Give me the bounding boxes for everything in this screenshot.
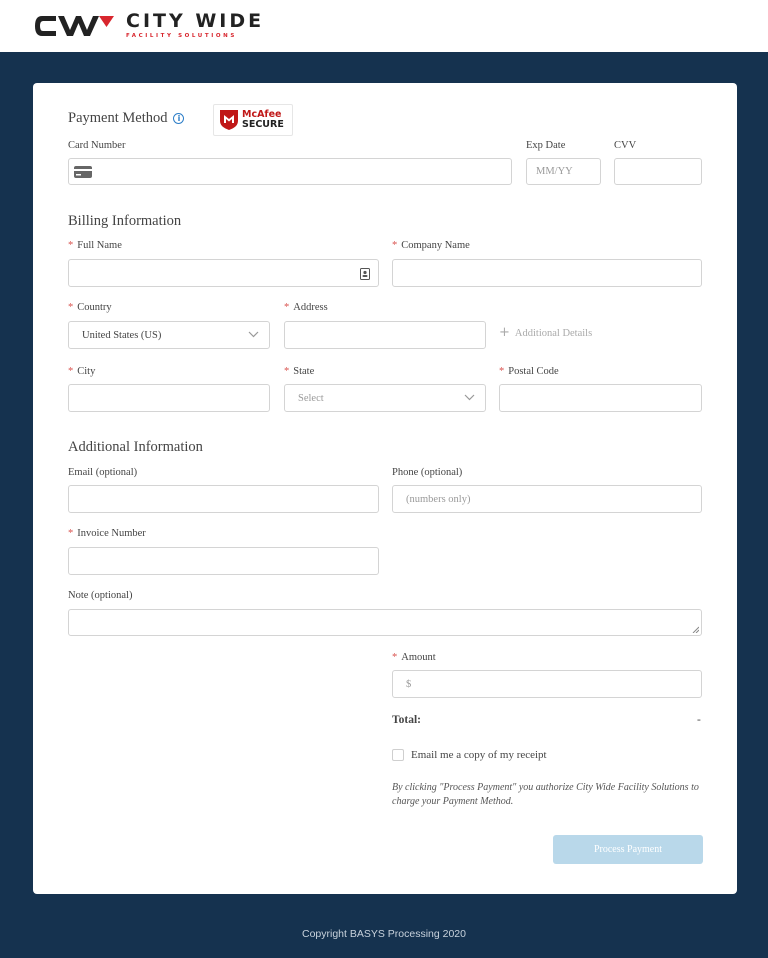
exp-date-input[interactable]: MM/YY — [526, 158, 601, 185]
phone-input[interactable]: (numbers only) — [392, 485, 702, 513]
phone-label: Phone (optional) — [392, 467, 463, 478]
logo-title: CITY WIDE — [126, 10, 265, 32]
state-select[interactable]: Select — [284, 384, 486, 412]
state-label: * State — [284, 366, 314, 377]
country-label-text: Country — [77, 302, 112, 313]
contact-card-icon[interactable] — [360, 268, 370, 280]
required-marker: * — [68, 240, 74, 251]
company-name-label-text: Company Name — [401, 240, 470, 251]
chevron-down-icon — [464, 394, 475, 401]
email-input[interactable] — [68, 485, 379, 513]
card-number-label: Card Number — [68, 140, 126, 151]
required-marker: * — [392, 240, 398, 251]
process-payment-button[interactable]: Process Payment — [553, 835, 703, 864]
plus-icon: + — [499, 325, 510, 340]
full-name-label: * Full Name — [68, 240, 122, 251]
credit-card-icon — [74, 165, 92, 178]
address-input[interactable] — [284, 321, 486, 349]
email-receipt-option[interactable]: Email me a copy of my receipt — [392, 749, 547, 761]
mcafee-secure-badge: McAfee SECURE — [213, 104, 293, 136]
authorization-text: By clicking "Process Payment" you author… — [392, 782, 699, 807]
chevron-down-icon — [248, 331, 259, 338]
note-label: Note (optional) — [68, 590, 133, 601]
amount-label: * Amount — [392, 652, 436, 663]
total-label: Total: — [392, 714, 421, 726]
footer-copyright: Copyright BASYS Processing 2020 — [301, 928, 466, 940]
additional-information-title: Additional Information — [68, 439, 203, 455]
amount-placeholder: $ — [406, 678, 412, 690]
address-label-text: Address — [293, 302, 328, 313]
phone-placeholder: (numbers only) — [406, 493, 471, 505]
cw-logo-mark-icon — [35, 16, 114, 36]
exp-date-label: Exp Date — [526, 140, 566, 151]
exp-date-placeholder: MM/YY — [536, 166, 573, 177]
required-marker: * — [68, 366, 74, 377]
additional-details-label: Additional Details — [514, 328, 593, 339]
card-number-input[interactable] — [68, 158, 512, 185]
amount-label-text: Amount — [401, 652, 436, 663]
total-value: - — [697, 714, 701, 726]
invoice-number-label: * Invoice Number — [68, 528, 146, 539]
full-name-input[interactable] — [68, 259, 379, 287]
country-label: * Country — [68, 302, 112, 313]
payment-method-title: Payment Method — [68, 110, 168, 126]
company-name-input[interactable] — [392, 259, 702, 287]
mcafee-secure-label: SECURE — [242, 119, 284, 130]
address-label: * Address — [284, 302, 328, 313]
required-marker: * — [392, 652, 398, 663]
postal-code-input[interactable] — [499, 384, 702, 412]
required-marker: * — [68, 302, 74, 313]
email-receipt-label: Email me a copy of my receipt — [411, 749, 547, 761]
payment-form-card: Payment Method i McAfee SECURE Card Numbe… — [33, 83, 737, 894]
email-label: Email (optional) — [68, 467, 138, 478]
email-receipt-checkbox[interactable] — [392, 749, 404, 761]
amount-input[interactable]: $ — [392, 670, 702, 698]
note-textarea[interactable] — [68, 609, 702, 636]
header-bar: CITY WIDE FACILITY SOLUTIONS — [0, 0, 768, 52]
city-input[interactable] — [68, 384, 270, 412]
cvv-input[interactable] — [614, 158, 702, 185]
payment-method-heading: Payment Method i — [68, 110, 185, 127]
country-select-value: United States (US) — [82, 329, 162, 341]
full-name-label-text: Full Name — [77, 240, 122, 251]
city-label: * City — [68, 366, 95, 377]
required-marker: * — [499, 366, 505, 377]
required-marker: * — [68, 528, 74, 539]
mcafee-shield-icon — [220, 110, 238, 130]
company-name-label: * Company Name — [392, 240, 470, 251]
cvv-label: CVV — [614, 140, 637, 151]
postal-code-label-text: Postal Code — [508, 366, 559, 377]
resize-handle-icon[interactable] — [692, 626, 699, 633]
state-label-text: State — [293, 366, 315, 377]
city-label-text: City — [77, 366, 96, 377]
country-select[interactable]: United States (US) — [68, 321, 270, 349]
required-marker: * — [284, 366, 290, 377]
additional-details-link[interactable]: + Additional Details — [499, 325, 592, 340]
logo-subtitle: FACILITY SOLUTIONS — [126, 33, 237, 39]
invoice-number-input[interactable] — [68, 547, 379, 575]
state-select-placeholder: Select — [298, 392, 324, 404]
required-marker: * — [284, 302, 290, 313]
info-icon[interactable]: i — [173, 113, 185, 124]
billing-information-title: Billing Information — [68, 213, 182, 229]
invoice-number-label-text: Invoice Number — [77, 528, 146, 539]
city-wide-logo[interactable]: CITY WIDE FACILITY SOLUTIONS — [32, 8, 264, 44]
postal-code-label: * Postal Code — [499, 366, 559, 377]
